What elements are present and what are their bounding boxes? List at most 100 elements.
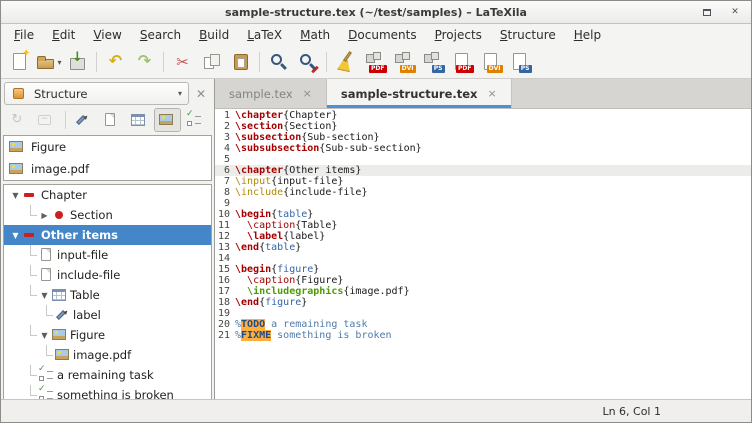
menu-math[interactable]: Math [291, 25, 339, 45]
new-file-button[interactable] [5, 49, 34, 76]
code-line[interactable]: 11 \caption{Table} [215, 220, 751, 231]
code-line[interactable]: 20%TODO a remaining task [215, 319, 751, 330]
tree-item-figure[interactable]: ▼Figure [4, 325, 211, 345]
clean-build-files-button[interactable] [331, 49, 360, 76]
collapse-icon [37, 112, 53, 128]
expander-open-icon[interactable]: ▼ [38, 331, 51, 340]
window-controls: ✕ [701, 1, 741, 23]
view-pdf-button[interactable]: PDF [447, 49, 476, 76]
menu-projects[interactable]: Projects [426, 25, 491, 45]
code-line[interactable]: 10\begin{table} [215, 209, 751, 220]
search-icon [268, 51, 290, 73]
line-number: 13 [215, 242, 235, 253]
list-item[interactable]: Figure [4, 136, 211, 158]
tab-close-icon[interactable]: × [303, 87, 312, 100]
code-line[interactable]: 13\end{table} [215, 242, 751, 253]
code-line[interactable]: 7\input{input-file} [215, 176, 751, 187]
view-dvi-button[interactable]: DVI [476, 49, 505, 76]
list-item[interactable]: image.pdf [4, 158, 211, 180]
tree-item-include-file[interactable]: include-file [4, 265, 211, 285]
open-file-button[interactable]: ▾ [34, 49, 63, 76]
tab-close-icon[interactable]: × [487, 87, 496, 100]
build-pdf-button[interactable]: PDF [360, 49, 389, 76]
show-labels-button[interactable] [70, 108, 97, 132]
todo-icon [38, 387, 54, 399]
code-line[interactable]: 17 \includegraphics{image.pdf} [215, 286, 751, 297]
code-line[interactable]: 8\include{include-file} [215, 187, 751, 198]
tree-item-chapter[interactable]: ▼Chapter [4, 185, 211, 205]
code-line[interactable]: 3\subsection{Sub-section} [215, 132, 751, 143]
menu-search[interactable]: Search [131, 25, 190, 45]
expander-open-icon[interactable]: ▼ [9, 231, 22, 240]
maximize-icon[interactable] [701, 6, 713, 18]
expander-open-icon[interactable]: ▼ [9, 191, 22, 200]
refresh-button[interactable] [5, 108, 32, 132]
expander-closed-icon[interactable]: ▶ [38, 211, 51, 220]
tree-item-image-pdf[interactable]: image.pdf [4, 345, 211, 365]
menu-latex[interactable]: LaTeX [238, 25, 291, 45]
code-line[interactable]: 14 [215, 253, 751, 264]
menu-edit[interactable]: Edit [43, 25, 84, 45]
tree-item-a-remaining-task[interactable]: a remaining task [4, 365, 211, 385]
code-line[interactable]: 16 \caption{Figure} [215, 275, 751, 286]
tab-sample-tex[interactable]: sample.tex× [215, 79, 327, 108]
show-todos-button[interactable] [182, 108, 209, 132]
tab-sample-structure-tex[interactable]: sample-structure.tex× [327, 79, 512, 108]
tree-item-other-items[interactable]: ▼Other items [4, 225, 211, 245]
view-dvi-icon: DVI [480, 51, 502, 73]
line-number: 14 [215, 253, 235, 264]
show-figures-button[interactable] [154, 108, 181, 132]
tree-item-label: Section [70, 208, 113, 222]
code-line[interactable]: 19 [215, 308, 751, 319]
save-file-button[interactable] [63, 49, 92, 76]
menu-file[interactable]: File [5, 25, 43, 45]
code-line[interactable]: 15\begin{figure} [215, 264, 751, 275]
code-text: \caption{Table} [235, 220, 337, 231]
view-ps-button[interactable]: PS [505, 49, 534, 76]
cursor-position: Ln 6, Col 1 [602, 405, 661, 418]
code-line[interactable]: 18\end{figure} [215, 297, 751, 308]
close-icon[interactable]: ✕ [729, 6, 741, 18]
view-pdf-icon: PDF [451, 51, 473, 73]
search-and-replace-button[interactable] [293, 49, 322, 76]
dropdown-caret-icon: ▾ [57, 58, 61, 67]
panel-selector-combobox[interactable]: Structure ▾ [4, 82, 189, 105]
redo-button[interactable] [130, 49, 159, 76]
tree-item-section[interactable]: ▶ Section [4, 205, 211, 225]
menu-view[interactable]: View [84, 25, 130, 45]
menu-build[interactable]: Build [190, 25, 238, 45]
code-line[interactable]: 5 [215, 154, 751, 165]
code-line[interactable]: 6\chapter{Other items} [215, 165, 751, 176]
copy-button[interactable] [197, 49, 226, 76]
menu-documents[interactable]: Documents [339, 25, 425, 45]
code-line[interactable]: 2\section{Section} [215, 121, 751, 132]
show-tables-button[interactable] [126, 108, 153, 132]
line-number: 15 [215, 264, 235, 275]
menu-help[interactable]: Help [565, 25, 610, 45]
paste-button[interactable] [226, 49, 255, 76]
close-panel-button[interactable]: ✕ [191, 84, 211, 104]
tree-item-input-file[interactable]: input-file [4, 245, 211, 265]
build-dvi-button[interactable]: DVI [389, 49, 418, 76]
show-included-files-button[interactable] [98, 108, 125, 132]
search-and-replace-icon [297, 51, 319, 73]
code-line[interactable]: 12 \label{label} [215, 231, 751, 242]
menu-structure[interactable]: Structure [491, 25, 565, 45]
code-line[interactable]: 1\chapter{Chapter} [215, 110, 751, 121]
tree-item-something-is-broken[interactable]: something is broken [4, 385, 211, 399]
line-number: 11 [215, 220, 235, 231]
tree-item-table[interactable]: ▼Table [4, 285, 211, 305]
search-button[interactable] [264, 49, 293, 76]
code-area[interactable]: 1\chapter{Chapter}2\section{Section}3\su… [215, 109, 751, 399]
build-ps-button[interactable]: PS [418, 49, 447, 76]
undo-button[interactable] [101, 49, 130, 76]
expander-open-icon[interactable]: ▼ [38, 291, 51, 300]
code-line[interactable]: 9 [215, 198, 751, 209]
chapter-icon [22, 227, 38, 243]
tree-item-label[interactable]: label [4, 305, 211, 325]
cut-button[interactable] [168, 49, 197, 76]
collapse-all-button[interactable] [33, 108, 60, 132]
code-line[interactable]: 21%FIXME something is broken [215, 330, 751, 341]
code-line[interactable]: 4\subsubsection{Sub-sub-section} [215, 143, 751, 154]
build-dvi-icon: DVI [393, 51, 415, 73]
